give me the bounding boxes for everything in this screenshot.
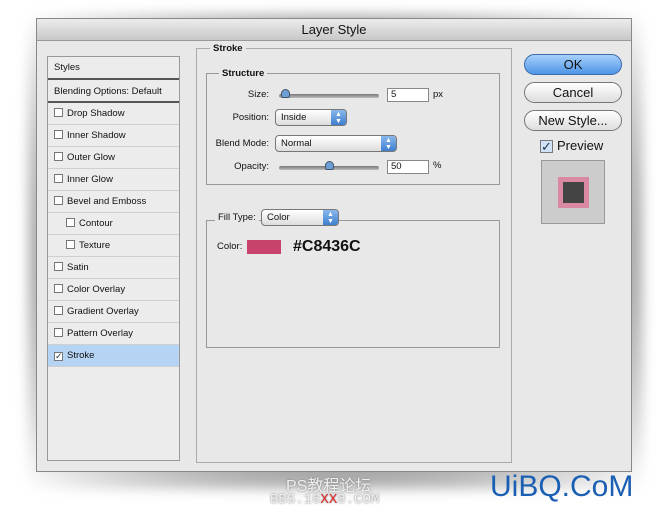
style-item[interactable]: Gradient Overlay xyxy=(48,301,179,323)
checkbox[interactable] xyxy=(54,284,63,293)
color-swatch[interactable] xyxy=(247,240,281,254)
checkbox[interactable] xyxy=(54,108,63,117)
style-item-label: Pattern Overlay xyxy=(67,328,133,339)
style-item-label: Inner Glow xyxy=(67,174,113,185)
updown-arrows-icon: ▲ ▼ xyxy=(331,110,346,125)
checkbox[interactable]: ✓ xyxy=(54,352,63,361)
opacity-input[interactable]: 50 xyxy=(387,160,429,174)
watermark-logo: UiBQ.CoM xyxy=(490,470,634,503)
stroke-panel: Stroke Structure Size: 5 px Position: In… xyxy=(196,43,512,463)
checkbox[interactable] xyxy=(66,240,75,249)
preview-stroke-square xyxy=(558,177,589,208)
style-item-label: Blending Options: Default xyxy=(54,86,162,97)
layer-style-dialog: Layer Style Styles Blending Options: Def… xyxy=(36,18,632,472)
checkbox[interactable] xyxy=(54,174,63,183)
fill-type-select[interactable]: Color ▲ ▼ xyxy=(261,209,339,226)
updown-arrows-icon: ▲ ▼ xyxy=(323,210,338,225)
size-input[interactable]: 5 xyxy=(387,88,429,102)
style-item-label: Texture xyxy=(79,240,111,251)
opacity-label: Opacity: xyxy=(234,161,269,172)
styles-header[interactable]: Styles xyxy=(48,57,179,80)
style-item-label: Bevel and Emboss xyxy=(67,196,147,207)
position-value: Inside xyxy=(281,112,307,123)
position-label: Position: xyxy=(232,112,269,123)
color-hex: #C8436C xyxy=(293,238,361,255)
styles-list: Styles Blending Options: Default Drop Sha… xyxy=(47,56,180,461)
style-item[interactable]: Color Overlay xyxy=(48,279,179,301)
preview-checkbox[interactable]: ✓ Preview xyxy=(540,138,603,153)
preview-thumbnail xyxy=(541,160,605,224)
style-item[interactable]: Pattern Overlay xyxy=(48,323,179,345)
size-slider-knob[interactable] xyxy=(280,89,290,98)
checkbox[interactable] xyxy=(54,130,63,139)
opacity-slider-knob[interactable] xyxy=(325,161,334,170)
style-item[interactable]: Texture xyxy=(48,235,179,257)
preview-label: Preview xyxy=(557,138,604,153)
updown-arrows-icon: ▲ ▼ xyxy=(381,136,396,151)
style-item-label: Gradient Overlay xyxy=(67,306,139,317)
checkmark-icon: ✓ xyxy=(540,139,553,154)
checkbox[interactable] xyxy=(66,218,75,227)
size-label: Size: xyxy=(247,89,269,100)
size-unit: px xyxy=(433,89,444,100)
style-item[interactable]: Contour xyxy=(48,213,179,235)
checkbox[interactable] xyxy=(54,306,63,315)
style-item[interactable]: Drop Shadow xyxy=(48,103,179,125)
fill-type-value: Color xyxy=(267,212,290,223)
style-item[interactable]: Satin xyxy=(48,257,179,279)
blend-mode-label: Blend Mode: xyxy=(215,138,269,149)
opacity-unit: % xyxy=(433,160,442,171)
style-item[interactable]: Bevel and Emboss xyxy=(48,191,179,213)
style-item-label: Stroke xyxy=(67,350,95,361)
checkbox[interactable] xyxy=(54,328,63,337)
checkbox[interactable] xyxy=(54,262,63,271)
size-slider[interactable] xyxy=(279,89,379,98)
blend-mode-value: Normal xyxy=(281,138,312,149)
opacity-slider[interactable] xyxy=(279,161,379,170)
style-item[interactable]: ✓ Stroke xyxy=(48,345,179,367)
style-item-label: Inner Shadow xyxy=(67,130,126,141)
ok-button[interactable]: OK xyxy=(524,54,622,75)
cancel-button[interactable]: Cancel xyxy=(524,82,622,103)
watermark-url: BBS.16XX8.COM xyxy=(270,492,380,508)
structure-group: Structure Size: 5 px Position: Inside ▲ ▼ … xyxy=(206,68,500,185)
blend-mode-select[interactable]: Normal ▲ ▼ xyxy=(275,135,397,152)
style-item-label: Color Overlay xyxy=(67,284,126,295)
style-item[interactable]: Inner Glow xyxy=(48,169,179,191)
title-bar: Layer Style xyxy=(37,19,631,41)
structure-title: Structure xyxy=(219,68,268,79)
style-item-label: Satin xyxy=(67,262,89,273)
fill-type-label: Fill Type: xyxy=(215,212,259,223)
new-style-button[interactable]: New Style... xyxy=(524,110,622,131)
checkbox[interactable] xyxy=(54,152,63,161)
position-select[interactable]: Inside ▲ ▼ xyxy=(275,109,347,126)
style-item-label: Contour xyxy=(79,218,113,229)
style-item[interactable]: Blending Options: Default xyxy=(48,81,179,103)
style-item[interactable]: Outer Glow xyxy=(48,147,179,169)
style-item[interactable]: Inner Shadow xyxy=(48,125,179,147)
color-label: Color: xyxy=(217,241,243,252)
checkbox[interactable] xyxy=(54,196,63,205)
style-item-label: Outer Glow xyxy=(67,152,116,163)
style-item-label: Drop Shadow xyxy=(67,108,125,119)
stroke-title: Stroke xyxy=(210,43,246,54)
